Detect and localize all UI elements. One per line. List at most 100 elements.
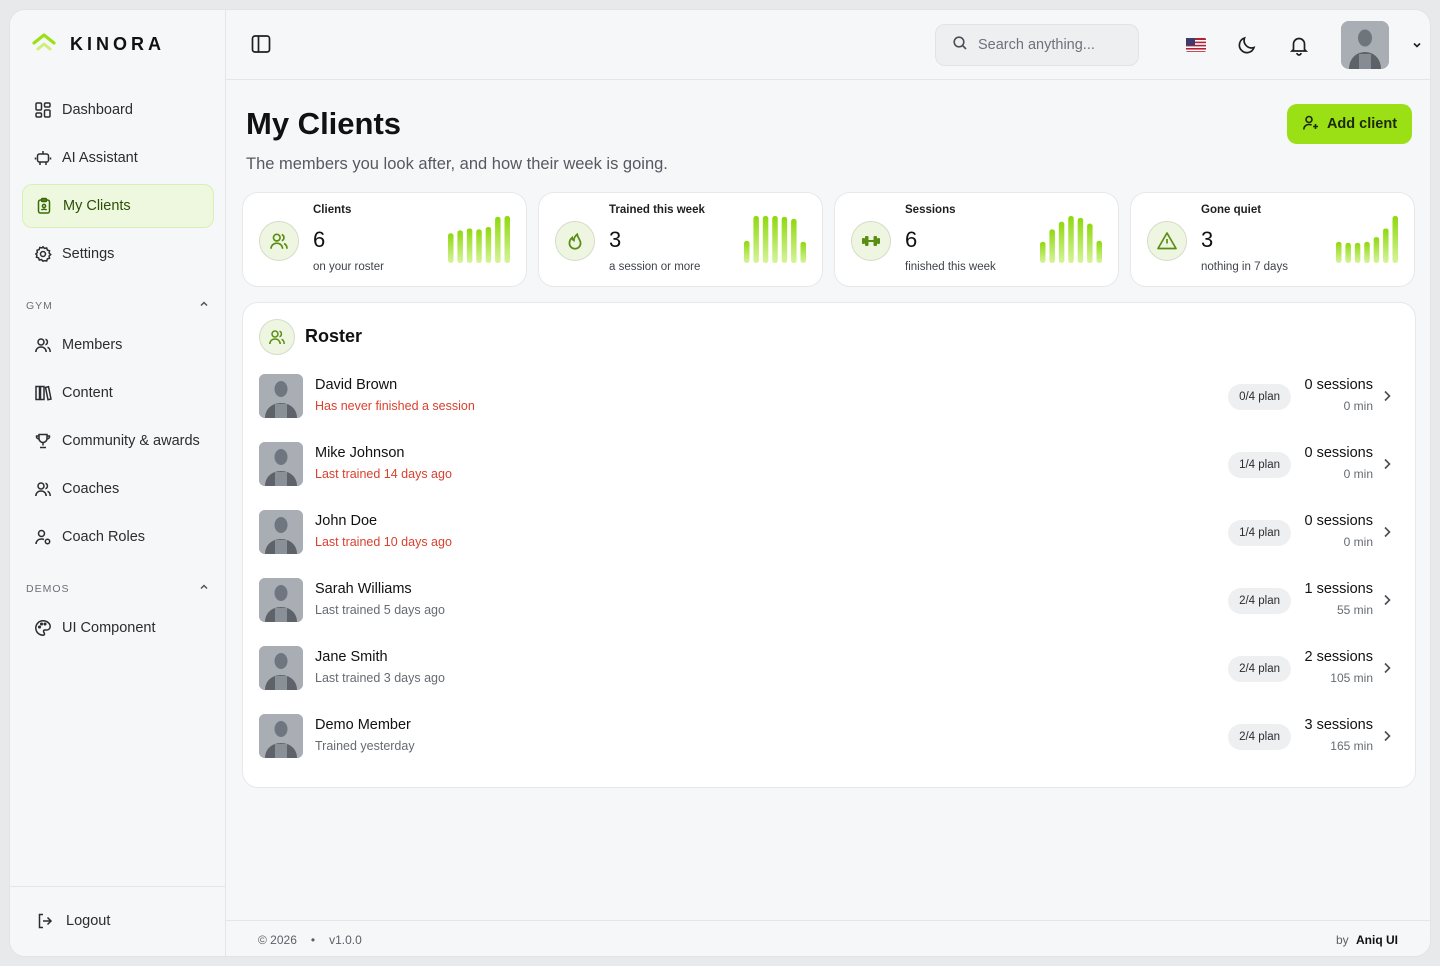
bell-icon[interactable] xyxy=(1286,32,1312,58)
section-demos[interactable]: DEMOS xyxy=(26,581,210,596)
session-minutes: 0 min xyxy=(1343,535,1373,549)
user-cog-icon xyxy=(34,528,52,546)
page-footer: © 2026 • v1.0.0 by Aniq UI xyxy=(226,920,1430,956)
user-avatar[interactable] xyxy=(1341,21,1389,69)
spark-bar xyxy=(791,218,797,263)
session-minutes: 105 min xyxy=(1330,671,1373,685)
avatar xyxy=(259,510,303,554)
users-icon xyxy=(259,319,295,355)
client-name: Mike Johnson xyxy=(315,445,405,461)
spark-bar xyxy=(1087,223,1093,263)
roster-row[interactable]: David Brown Has never finished a session 0… xyxy=(259,374,1401,420)
session-minutes: 165 min xyxy=(1330,739,1373,753)
search-input[interactable] xyxy=(978,37,1118,53)
language-flag-icon[interactable] xyxy=(1183,32,1209,58)
sidebar-item-ui-component[interactable]: UI Component xyxy=(22,606,214,650)
warning-icon xyxy=(1147,221,1187,261)
spark-bar xyxy=(495,216,501,263)
stat-value: 3 xyxy=(1201,227,1214,252)
users-icon xyxy=(34,336,52,354)
spark-bar xyxy=(800,241,806,263)
spark-bar xyxy=(485,227,492,263)
roster-row[interactable]: Mike Johnson Last trained 14 days ago 1/4 … xyxy=(259,442,1401,488)
spark-bar xyxy=(753,215,759,263)
section-demos-label: DEMOS xyxy=(26,582,70,595)
search-box[interactable] xyxy=(935,24,1139,66)
stat-card-gone-quiet: Gone quiet 3 nothing in 7 days xyxy=(1130,192,1415,287)
brand-name: KINORA xyxy=(70,34,165,54)
stat-label: Sessions xyxy=(905,204,956,216)
search-icon xyxy=(952,35,968,55)
stat-sparkbars xyxy=(1040,215,1102,263)
session-count: 3 sessions xyxy=(1304,717,1373,733)
session-count: 1 sessions xyxy=(1304,581,1373,597)
flame-icon xyxy=(555,221,595,261)
client-name: Demo Member xyxy=(315,717,411,733)
sidebar-item-label: My Clients xyxy=(63,198,131,214)
sidebar-item-label: Coaches xyxy=(62,481,120,497)
sidebar-item-ai-assistant[interactable]: AI Assistant xyxy=(22,136,214,180)
spark-bar xyxy=(781,216,788,263)
sidebar-toggle-icon[interactable] xyxy=(250,33,272,55)
logout-button[interactable]: Logout xyxy=(24,899,216,943)
client-status: Last trained 14 days ago xyxy=(315,467,452,481)
sidebar-item-coach-roles[interactable]: Coach Roles xyxy=(22,515,214,559)
chevron-up-icon xyxy=(198,581,210,596)
roster-title: Roster xyxy=(305,326,363,346)
sidebar-item-community[interactable]: Community & awards xyxy=(22,419,214,463)
roster-row[interactable]: Sarah Williams Last trained 5 days ago 2/4… xyxy=(259,578,1401,624)
spark-bar xyxy=(772,215,778,263)
session-count: 0 sessions xyxy=(1304,445,1373,461)
dumbbell-icon xyxy=(851,221,891,261)
logout-icon xyxy=(36,912,54,930)
palette-icon xyxy=(34,619,52,637)
spark-bar xyxy=(1049,229,1055,263)
users-icon xyxy=(259,221,299,261)
stat-sparkbars xyxy=(448,215,510,263)
add-client-label: Add client xyxy=(1326,116,1398,132)
section-gym[interactable]: GYM xyxy=(26,298,210,313)
sidebar-item-label: Coach Roles xyxy=(62,529,146,545)
stat-label: Gone quiet xyxy=(1201,204,1262,216)
sidebar-item-label: Content xyxy=(62,385,113,401)
add-client-button[interactable]: Add client xyxy=(1287,104,1412,144)
sidebar-item-settings[interactable]: Settings xyxy=(22,232,214,276)
page-subtitle: The members you look after, and how thei… xyxy=(246,155,668,173)
trophy-icon xyxy=(34,432,52,450)
avatar xyxy=(259,578,303,622)
sidebar-item-my-clients[interactable]: My Clients xyxy=(22,184,214,228)
stat-value: 6 xyxy=(313,227,326,252)
roster-row[interactable]: Demo Member Trained yesterday 2/4 plan 3 se… xyxy=(259,714,1401,760)
footer-separator: • xyxy=(310,933,316,947)
spark-bar xyxy=(1077,217,1084,263)
plan-badge: 2/4 plan xyxy=(1228,656,1291,682)
chevron-up-icon xyxy=(198,298,210,313)
avatar xyxy=(259,646,303,690)
footer-by: by xyxy=(1335,933,1349,947)
chevron-right-icon xyxy=(1379,728,1395,744)
stat-label: Clients xyxy=(313,204,352,216)
session-count: 2 sessions xyxy=(1304,649,1373,665)
sidebar-item-content[interactable]: Content xyxy=(22,371,214,415)
client-status: Has never finished a session xyxy=(315,399,475,413)
copyright: © 2026 xyxy=(258,933,297,947)
roster-row[interactable]: Jane Smith Last trained 3 days ago 2/4 pla… xyxy=(259,646,1401,692)
spark-bar xyxy=(1336,241,1342,263)
roster-row[interactable]: John Doe Last trained 10 days ago 1/4 plan… xyxy=(259,510,1401,556)
footer-author-link[interactable]: Aniq UI xyxy=(1356,933,1398,947)
chevron-right-icon xyxy=(1379,660,1395,676)
plan-badge: 0/4 plan xyxy=(1228,384,1291,410)
plan-badge: 2/4 plan xyxy=(1228,588,1291,614)
sidebar-item-dashboard[interactable]: Dashboard xyxy=(22,88,214,132)
brand[interactable]: KINORA xyxy=(32,32,165,57)
spark-bar xyxy=(504,215,510,263)
sidebar-item-coaches[interactable]: Coaches xyxy=(22,467,214,511)
sidebar-item-members[interactable]: Members xyxy=(22,323,214,367)
chevron-down-icon[interactable] xyxy=(1404,32,1430,58)
client-status: Last trained 5 days ago xyxy=(315,603,445,617)
spark-bar xyxy=(1383,228,1389,263)
sidebar-item-label: Dashboard xyxy=(62,102,133,118)
app-frame: KINORA Dashboard AI Assistant My Clients… xyxy=(9,9,1431,957)
moon-icon[interactable] xyxy=(1234,32,1260,58)
spark-bar xyxy=(744,240,750,263)
